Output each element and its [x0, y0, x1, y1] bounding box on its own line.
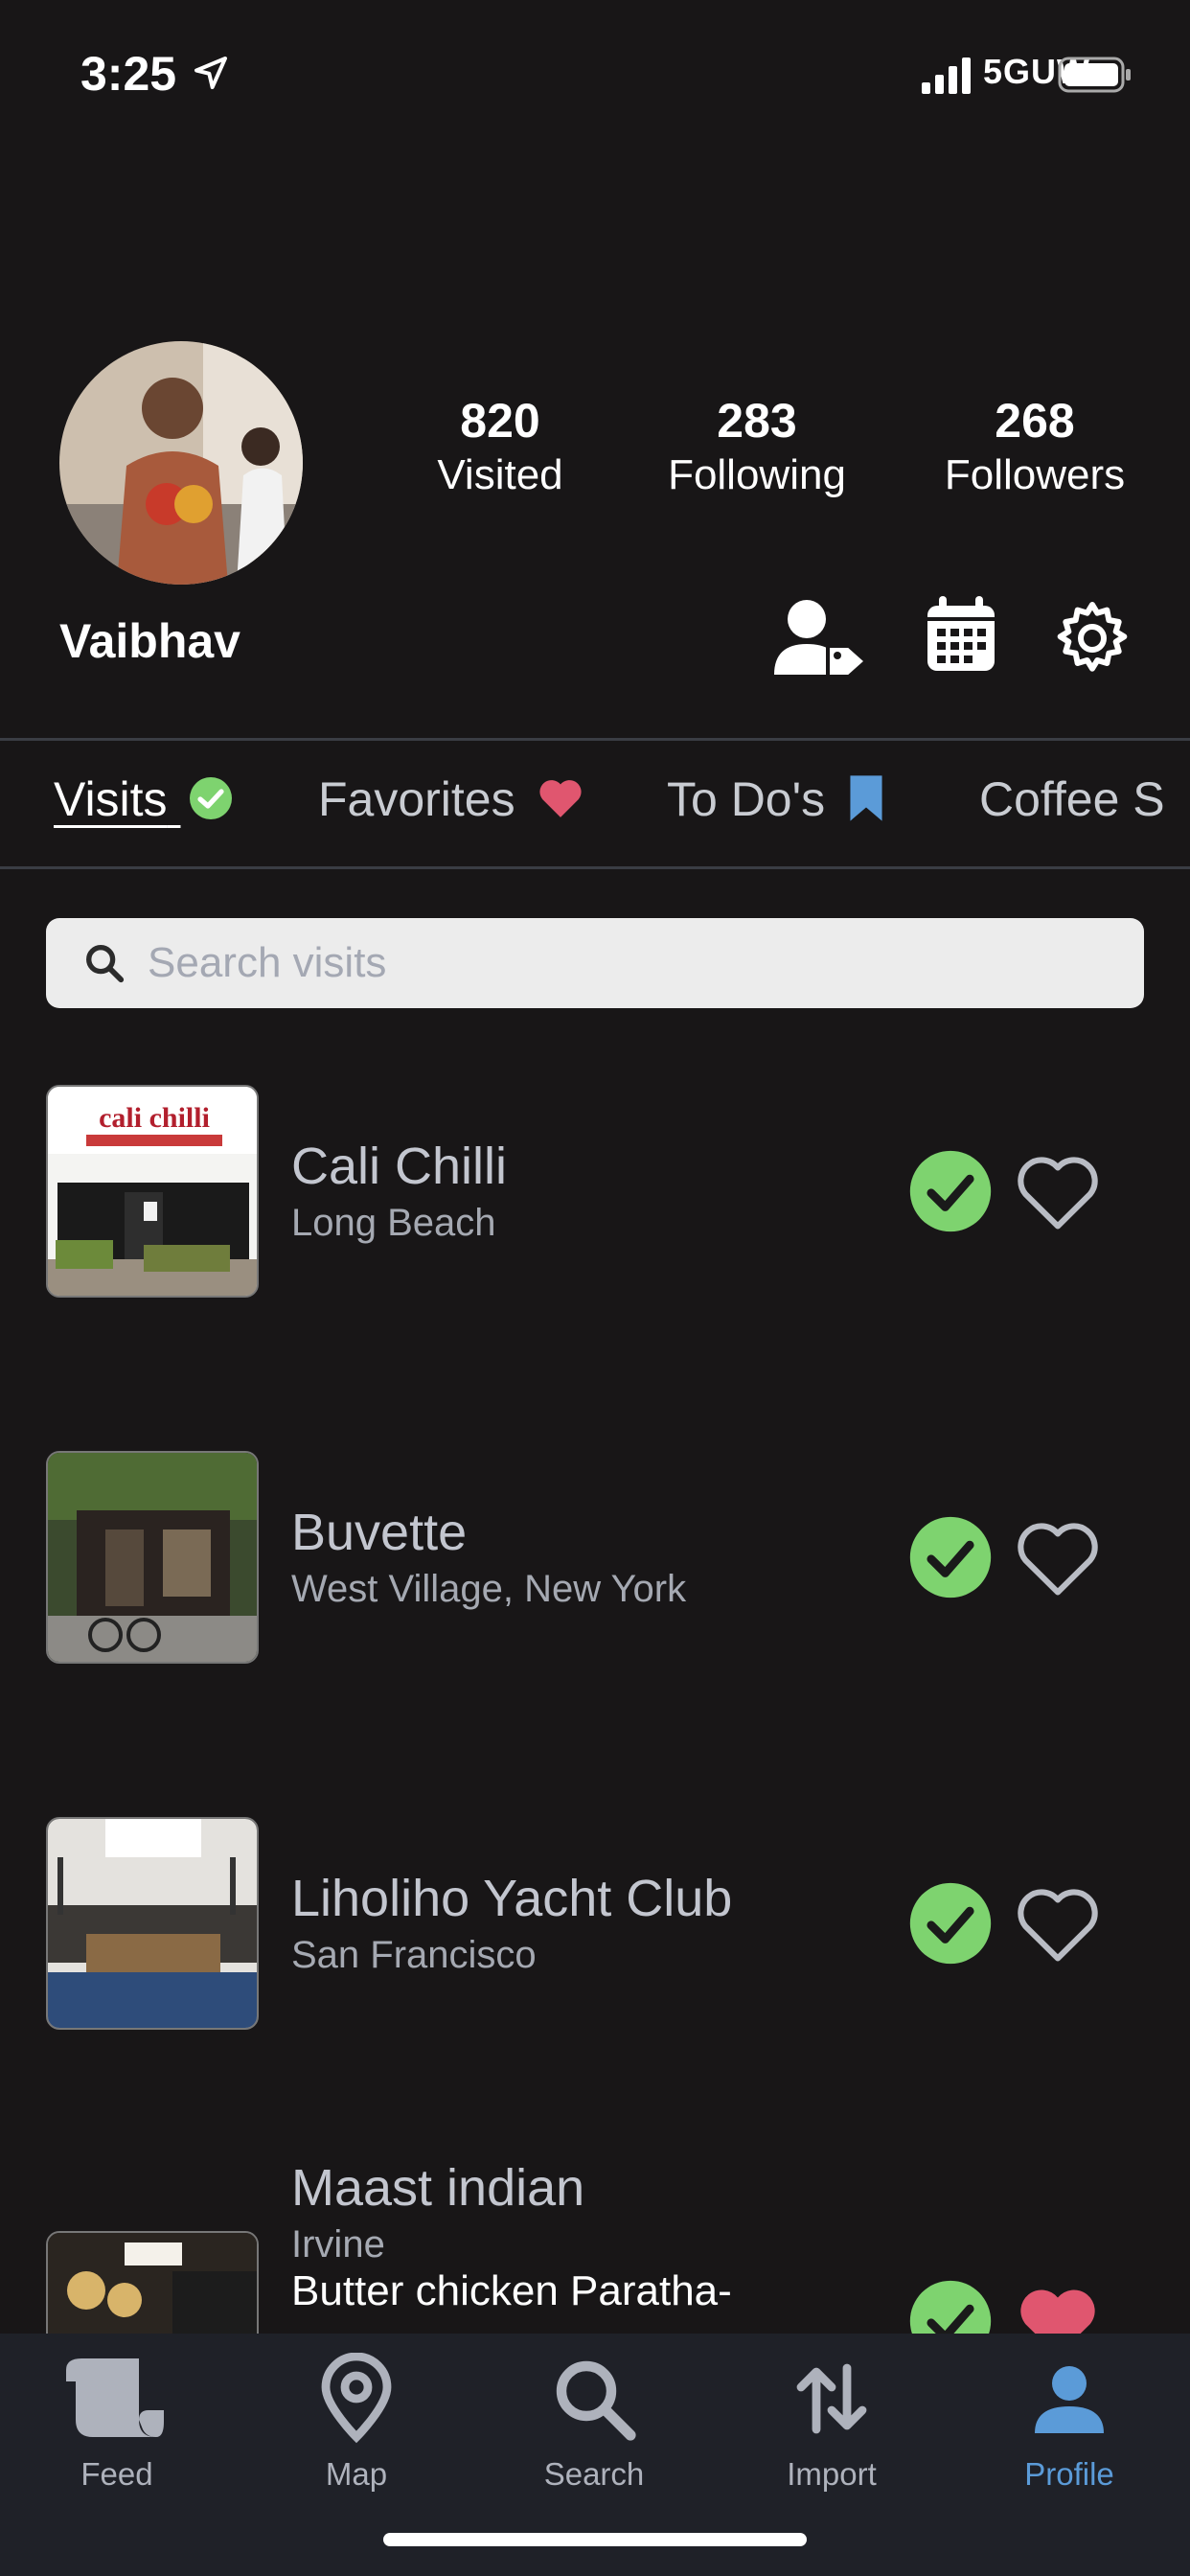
tab-visits-label: Visits: [54, 772, 168, 826]
search-icon: [86, 945, 125, 983]
search-input[interactable]: [146, 933, 1108, 993]
place-location: Long Beach: [291, 1202, 496, 1244]
tab-todos[interactable]: To Do's: [667, 771, 884, 827]
stat-visited[interactable]: 820 Visited: [414, 391, 586, 500]
place-thumbnail: cali chilli: [46, 1085, 259, 1298]
tabbar-search[interactable]: Search: [498, 2353, 690, 2493]
heart-icon: [538, 780, 582, 817]
favorite-heart-outline-icon[interactable]: [1014, 1149, 1102, 1233]
stat-visited-count: 820: [460, 394, 540, 448]
tabbar-profile[interactable]: Profile: [973, 2353, 1165, 2493]
stat-followers-count: 268: [995, 394, 1075, 448]
tabbar-profile-label: Profile: [1024, 2456, 1114, 2492]
map-pin-icon: [321, 2353, 392, 2444]
tabbar-map[interactable]: Map: [261, 2353, 452, 2493]
status-bar: 3:25 5GUW: [0, 0, 1190, 153]
username: Vaibhav: [59, 614, 240, 668]
search-bar[interactable]: [46, 918, 1144, 1008]
favorite-heart-filled-icon[interactable]: [1014, 2279, 1102, 2334]
stat-following-count: 283: [717, 394, 797, 448]
tabbar-search-label: Search: [543, 2456, 645, 2492]
tab-visits[interactable]: Visits: [54, 771, 234, 827]
place-location: West Village, New York: [291, 1568, 687, 1610]
battery-icon: [1058, 57, 1131, 93]
place-location: Irvine: [291, 2223, 385, 2266]
check-circle-icon: [190, 777, 233, 819]
person-icon: [1035, 2366, 1104, 2433]
stat-followers-label: Followers: [944, 451, 1126, 498]
visits-list: cali chilli Cali Chilli Long Beach Buvet…: [0, 1054, 1190, 2334]
divider-bottom: [0, 866, 1190, 869]
list-tabs: Visits Favorites To Do's Coffee S: [0, 743, 1190, 867]
list-item[interactable]: Buvette West Village, New York: [0, 1420, 1190, 1669]
place-location: San Francisco: [291, 1934, 537, 1976]
stat-followers[interactable]: 268 Followers: [929, 391, 1140, 500]
home-indicator[interactable]: [383, 2533, 807, 2546]
place-thumbnail: [46, 1451, 259, 1664]
user-tag-icon[interactable]: [772, 596, 868, 678]
tab-coffee[interactable]: Coffee S: [979, 771, 1165, 827]
favorite-heart-outline-icon[interactable]: [1014, 1515, 1102, 1599]
tabbar-map-label: Map: [325, 2456, 388, 2492]
favorite-heart-outline-icon[interactable]: [1014, 1881, 1102, 1966]
stat-following-label: Following: [668, 451, 846, 498]
search-icon: [556, 2360, 636, 2441]
tab-favorites-label: Favorites: [318, 772, 515, 826]
tabbar-feed-label: Feed: [80, 2456, 153, 2492]
visited-check-icon[interactable]: [908, 1149, 993, 1233]
visited-check-icon[interactable]: [908, 1515, 993, 1599]
list-item[interactable]: cali chilli Cali Chilli Long Beach: [0, 1054, 1190, 1303]
avatar-photo: [59, 341, 303, 585]
tab-todos-label: To Do's: [667, 772, 826, 826]
visited-check-icon[interactable]: [908, 1881, 993, 1966]
thumb-sign-text: cali chilli: [99, 1102, 210, 1134]
location-arrow-icon: [195, 57, 227, 89]
stat-following[interactable]: 283 Following: [652, 391, 862, 500]
place-thumbnail: [46, 2231, 259, 2334]
scroll-icon: [66, 2358, 164, 2437]
place-name: Buvette: [291, 1504, 468, 1561]
place-name: Liholiho Yacht Club: [291, 1870, 733, 1927]
tabbar-import-label: Import: [787, 2456, 877, 2492]
stat-visited-label: Visited: [437, 451, 563, 498]
tabbar-feed[interactable]: Feed: [21, 2353, 213, 2493]
tab-coffee-label: Coffee S: [979, 772, 1165, 826]
place-thumbnail: [46, 1817, 259, 2030]
import-arrows-icon: [796, 2363, 867, 2434]
tab-favorites[interactable]: Favorites: [318, 771, 584, 827]
divider-top: [0, 738, 1190, 741]
visit-note: Butter chicken Paratha-: [291, 2267, 732, 2314]
tabbar-import[interactable]: Import: [736, 2353, 927, 2493]
visited-check-icon[interactable]: [908, 2279, 993, 2334]
avatar[interactable]: [59, 341, 303, 585]
calendar-icon[interactable]: [926, 596, 996, 673]
gear-icon[interactable]: [1054, 600, 1131, 677]
list-item[interactable]: Maast indian Irvine Butter chicken Parat…: [0, 2158, 1190, 2334]
list-item[interactable]: Liholiho Yacht Club San Francisco: [0, 1786, 1190, 2036]
place-name: Cali Chilli: [291, 1138, 508, 1195]
place-name: Maast indian: [291, 2159, 585, 2217]
status-time: 3:25: [80, 47, 177, 101]
signal-icon: [922, 58, 971, 94]
bookmark-icon: [850, 775, 882, 821]
